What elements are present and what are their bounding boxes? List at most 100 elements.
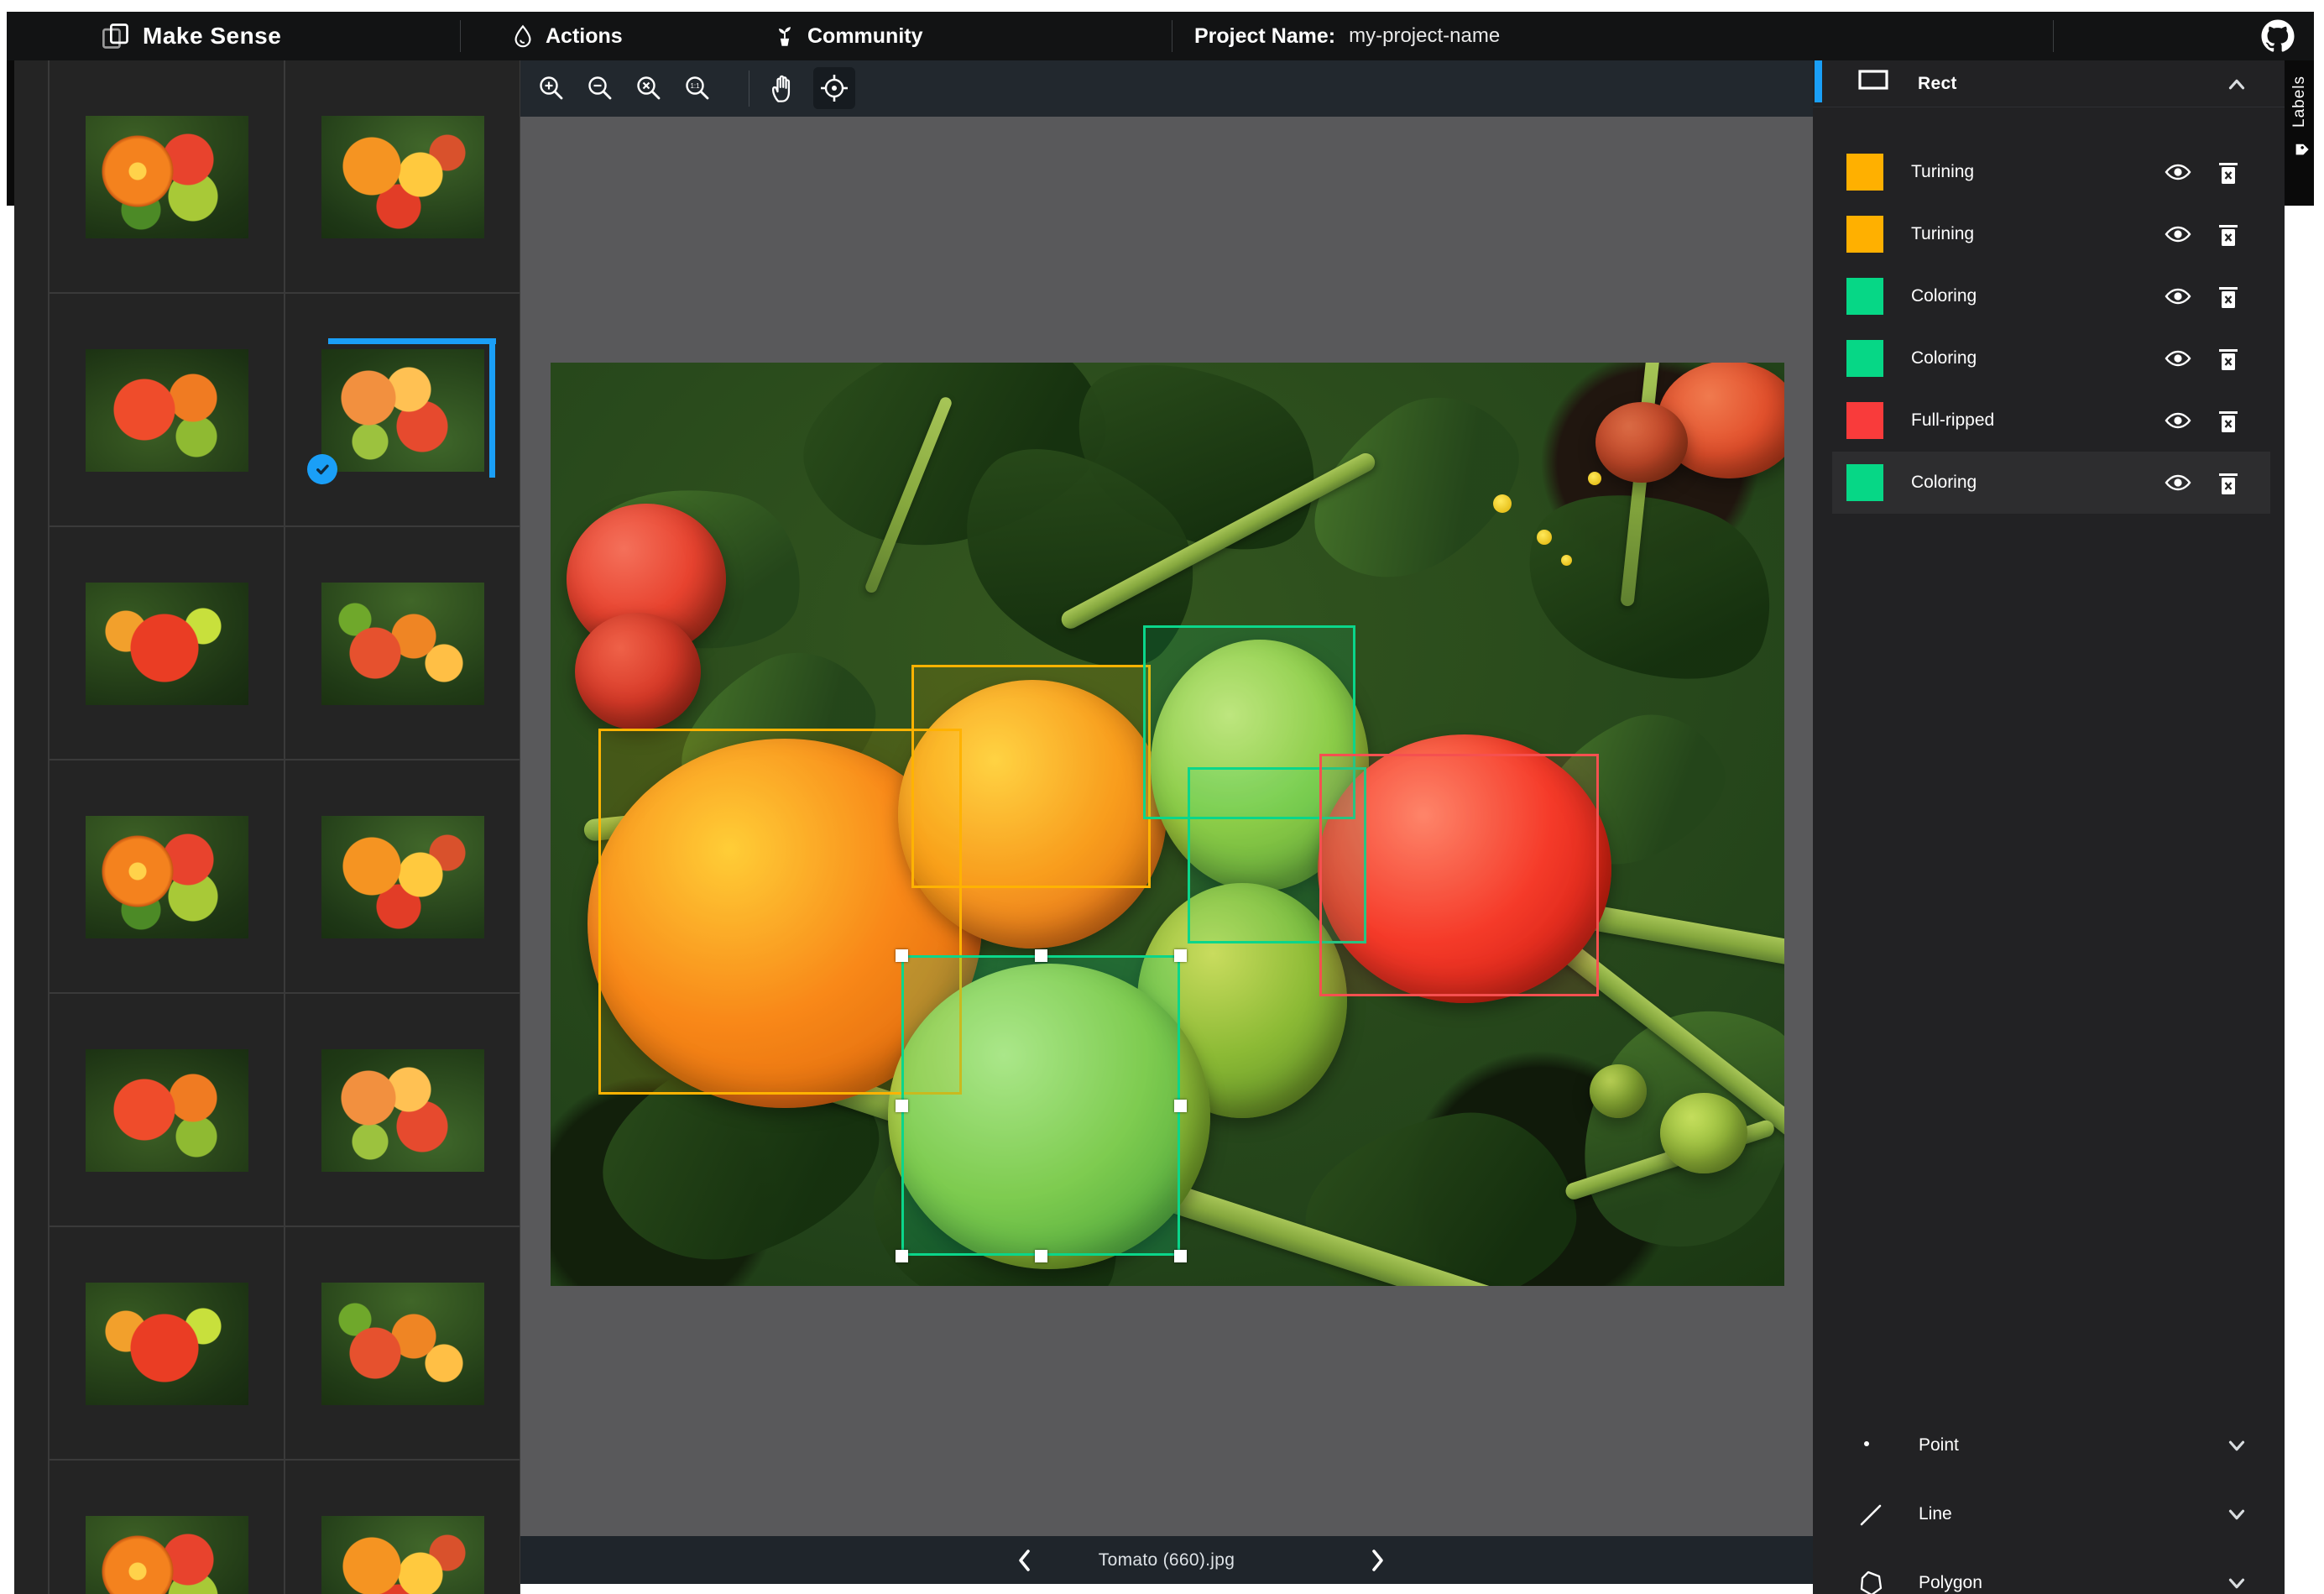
image-thumbnail[interactable] xyxy=(321,1516,484,1594)
pan-button[interactable] xyxy=(761,67,803,109)
trash-icon[interactable] xyxy=(2216,344,2244,373)
label-name: Turining xyxy=(1911,141,1974,203)
github-icon[interactable] xyxy=(2258,16,2298,56)
label-color-swatch[interactable] xyxy=(1846,154,1883,191)
tomato xyxy=(1660,1093,1747,1173)
label-row-turining[interactable]: Turining xyxy=(1813,203,2285,265)
image-thumbnail-cell[interactable] xyxy=(285,1461,520,1594)
annotation-box-coloring-selected[interactable] xyxy=(901,955,1180,1256)
resize-handle[interactable] xyxy=(896,949,908,962)
chevron-right-icon[interactable] xyxy=(1361,1544,1393,1576)
crosshair-button[interactable] xyxy=(813,67,855,109)
label-name: Coloring xyxy=(1911,452,1977,514)
image-thumbnail-cell[interactable] xyxy=(285,760,520,994)
eye-icon[interactable] xyxy=(2164,283,2192,310)
label-row-turining[interactable]: Turining xyxy=(1813,141,2285,203)
resize-handle[interactable] xyxy=(896,1100,908,1112)
eye-icon[interactable] xyxy=(2164,159,2192,186)
chevron-left-icon[interactable] xyxy=(1009,1544,1041,1576)
rect-section-header[interactable]: Rect xyxy=(1813,60,2285,107)
zoom-out-button[interactable] xyxy=(579,67,621,109)
label-color-swatch[interactable] xyxy=(1846,402,1883,439)
label-color-swatch[interactable] xyxy=(1846,340,1883,377)
eye-icon[interactable] xyxy=(2164,407,2192,434)
nav-item-community[interactable]: Community xyxy=(772,12,923,60)
resize-handle[interactable] xyxy=(1174,1100,1187,1112)
image-thumbnail[interactable] xyxy=(86,1283,248,1405)
resize-handle[interactable] xyxy=(1174,949,1187,962)
tool-section-label: Point xyxy=(1919,1414,1959,1476)
label-row-full-ripped[interactable]: Full-ripped xyxy=(1813,389,2285,452)
eye-icon[interactable] xyxy=(2164,469,2192,496)
chevron-down-icon[interactable] xyxy=(2224,1502,2249,1527)
image-thumbnail[interactable] xyxy=(86,349,248,472)
resize-handle[interactable] xyxy=(1035,949,1047,962)
line-icon xyxy=(1857,1499,1888,1529)
annotation-box-turining[interactable] xyxy=(911,665,1151,888)
image-thumbnail-cell[interactable] xyxy=(50,294,285,527)
chevron-down-icon[interactable] xyxy=(2224,1570,2249,1594)
annotated-image[interactable] xyxy=(551,363,1784,1286)
image-thumbnail[interactable] xyxy=(86,116,248,238)
trash-icon[interactable] xyxy=(2216,220,2244,248)
eye-icon[interactable] xyxy=(2164,345,2192,372)
image-thumbnail-cell[interactable] xyxy=(50,760,285,994)
label-color-swatch[interactable] xyxy=(1846,464,1883,501)
tool-section-line[interactable]: Line xyxy=(1813,1483,2285,1545)
nav-item-actions[interactable]: Actions xyxy=(510,12,623,60)
chevron-up-icon[interactable] xyxy=(2224,72,2249,97)
eye-icon[interactable] xyxy=(2164,221,2192,248)
zoom-in-button[interactable] xyxy=(530,67,572,109)
svg-text:1:1: 1:1 xyxy=(690,82,700,90)
image-thumbnail-cell[interactable] xyxy=(285,294,520,527)
image-thumbnail-cell[interactable] xyxy=(285,994,520,1227)
image-thumbnail-cell[interactable] xyxy=(50,994,285,1227)
sidebar-tab-labels[interactable]: Labels xyxy=(2285,60,2314,206)
label-color-swatch[interactable] xyxy=(1846,216,1883,253)
chevron-down-icon[interactable] xyxy=(2224,1433,2249,1458)
annotation-box-full-ripped[interactable] xyxy=(1319,754,1599,996)
image-thumbnail[interactable] xyxy=(321,1283,484,1405)
image-thumbnail[interactable] xyxy=(86,583,248,705)
label-color-swatch[interactable] xyxy=(1846,278,1883,315)
zoom-fit-button[interactable] xyxy=(628,67,670,109)
image-thumbnail-cell[interactable] xyxy=(50,60,285,294)
image-thumbnail-cell[interactable] xyxy=(285,527,520,760)
tomato xyxy=(1590,1064,1647,1118)
tool-section-polygon[interactable]: Polygon xyxy=(1813,1552,2285,1594)
image-thumbnail[interactable] xyxy=(321,1049,484,1172)
trash-icon[interactable] xyxy=(2216,468,2244,497)
image-thumbnail[interactable] xyxy=(86,1516,248,1594)
image-thumbnail-cell[interactable] xyxy=(50,527,285,760)
image-thumbnail[interactable] xyxy=(86,1049,248,1172)
image-thumbnail[interactable] xyxy=(321,816,484,938)
zoom-actual-icon: 1:1 xyxy=(682,73,713,103)
resize-handle[interactable] xyxy=(1174,1250,1187,1262)
image-thumbnail[interactable] xyxy=(321,116,484,238)
image-thumbnail-cell[interactable] xyxy=(50,1227,285,1461)
brand[interactable]: Make Sense xyxy=(101,12,281,60)
project-name-value[interactable]: my-project-name xyxy=(1349,24,1500,48)
label-name: Full-ripped xyxy=(1911,389,1994,452)
image-thumbnail-cell[interactable] xyxy=(285,60,520,294)
image-thumbnail-cell[interactable] xyxy=(285,1227,520,1461)
label-row-coloring[interactable]: Coloring xyxy=(1813,265,2285,327)
resize-handle[interactable] xyxy=(896,1250,908,1262)
trash-icon[interactable] xyxy=(2216,158,2244,186)
image-thumbnail-cell[interactable] xyxy=(50,1461,285,1594)
tool-section-point[interactable]: Point xyxy=(1813,1414,2285,1476)
nav-item-label: Actions xyxy=(546,24,623,49)
editor-canvas[interactable] xyxy=(520,117,1813,1536)
image-thumbnail[interactable] xyxy=(321,583,484,705)
label-row-coloring-selected[interactable]: Coloring xyxy=(1832,452,2270,514)
image-thumbnail-selected[interactable] xyxy=(321,349,484,472)
label-row-coloring[interactable]: Coloring xyxy=(1813,327,2285,389)
rect-section-title: Rect xyxy=(1918,60,1957,107)
image-thumbnail[interactable] xyxy=(86,816,248,938)
resize-handle[interactable] xyxy=(1035,1250,1047,1262)
zoom-actual-button[interactable]: 1:1 xyxy=(676,67,718,109)
trash-icon[interactable] xyxy=(2216,406,2244,435)
tool-section-label: Line xyxy=(1919,1483,1952,1545)
trash-icon[interactable] xyxy=(2216,282,2244,311)
flower xyxy=(1537,530,1552,545)
